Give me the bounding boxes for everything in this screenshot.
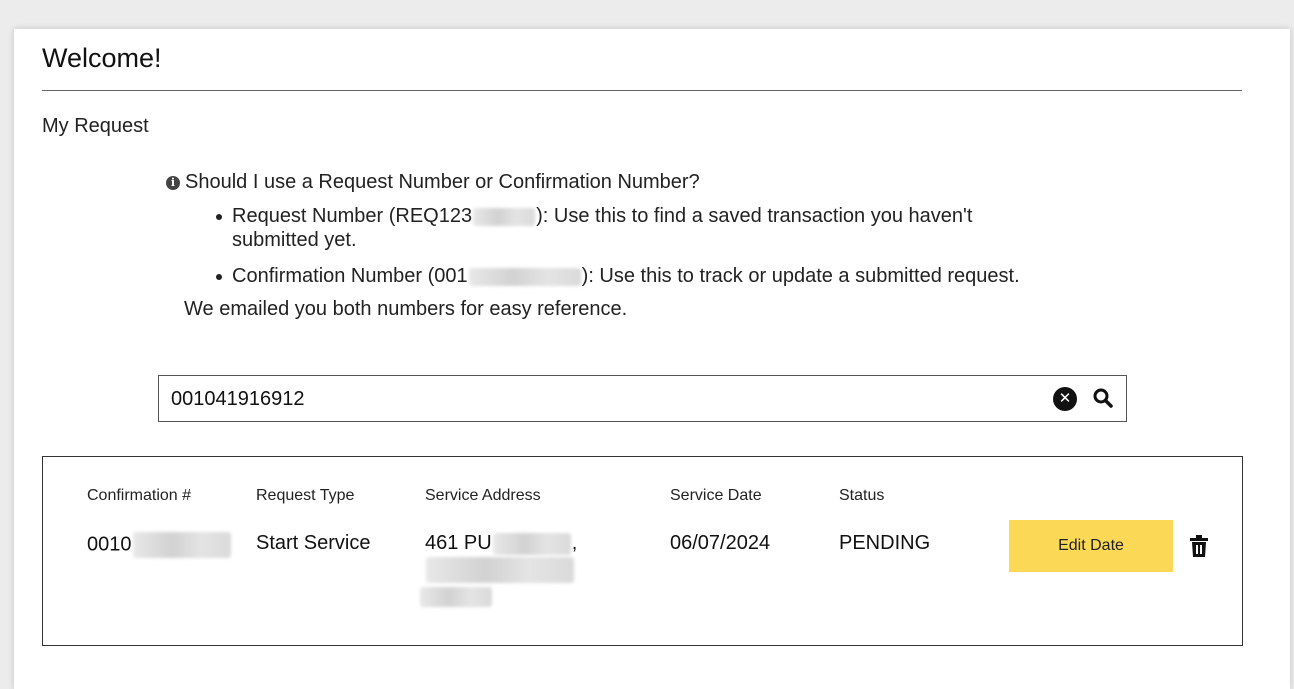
header-status: Status (839, 487, 885, 504)
confirmation-number-suffix: ): Use this to track or update a submitt… (581, 265, 1020, 287)
search-input[interactable] (169, 376, 1033, 423)
info-list: Request Number (REQ123): Use this to fin… (166, 204, 1166, 288)
header-confirmation: Confirmation # (87, 487, 192, 504)
request-card: Welcome! My Request i Should I use a Req… (14, 29, 1290, 689)
address-line-2 (425, 557, 577, 583)
address-line-3 (419, 585, 577, 608)
request-number-prefix: Request Number (REQ123 (232, 205, 473, 227)
info-list-item-confirmation: Confirmation Number (001 ): Use this to t… (214, 264, 1166, 288)
page-title: Welcome! (42, 43, 162, 73)
status-badge: PENDING (839, 532, 931, 554)
redacted-text (420, 586, 492, 607)
cell-service-address: 461 PU, (420, 532, 578, 608)
redacted-text (426, 557, 574, 583)
trash-icon[interactable] (1189, 535, 1209, 557)
header-service-address: Service Address (425, 487, 541, 504)
info-panel: i Should I use a Request Number or Confi… (166, 171, 1166, 321)
info-list-item-request: Request Number (REQ123): Use this to fin… (214, 204, 1062, 252)
address-line-1: 461 PU (425, 532, 492, 554)
info-question: i Should I use a Request Number or Confi… (166, 171, 1166, 194)
info-circle-icon: i (166, 175, 180, 190)
cell-request-type: Start Service (256, 532, 371, 554)
info-question-text: Should I use a Request Number or Confirm… (185, 171, 700, 193)
address-separator: , (571, 532, 578, 554)
info-note: We emailed you both numbers for easy ref… (184, 298, 628, 320)
close-circle-icon[interactable]: ✕ (1053, 387, 1077, 411)
results-table: Confirmation # Request Type Service Addr… (42, 456, 1243, 646)
title-divider (42, 90, 1242, 91)
redacted-text (473, 207, 536, 226)
edit-date-button[interactable]: Edit Date (1009, 520, 1173, 572)
search-icon[interactable] (1091, 386, 1115, 410)
redacted-text (132, 532, 231, 558)
header-service-date: Service Date (670, 487, 762, 504)
cell-service-date: 06/07/2024 (670, 532, 771, 554)
cell-confirmation: 0010 (87, 532, 232, 558)
search-box: ✕ (158, 375, 1127, 423)
section-title: My Request (42, 115, 149, 137)
redacted-text (468, 267, 581, 286)
header-request-type: Request Type (256, 487, 355, 504)
redacted-text (492, 532, 571, 555)
confirmation-value: 0010 (87, 533, 132, 556)
confirmation-number-prefix: Confirmation Number (001 (232, 265, 468, 287)
